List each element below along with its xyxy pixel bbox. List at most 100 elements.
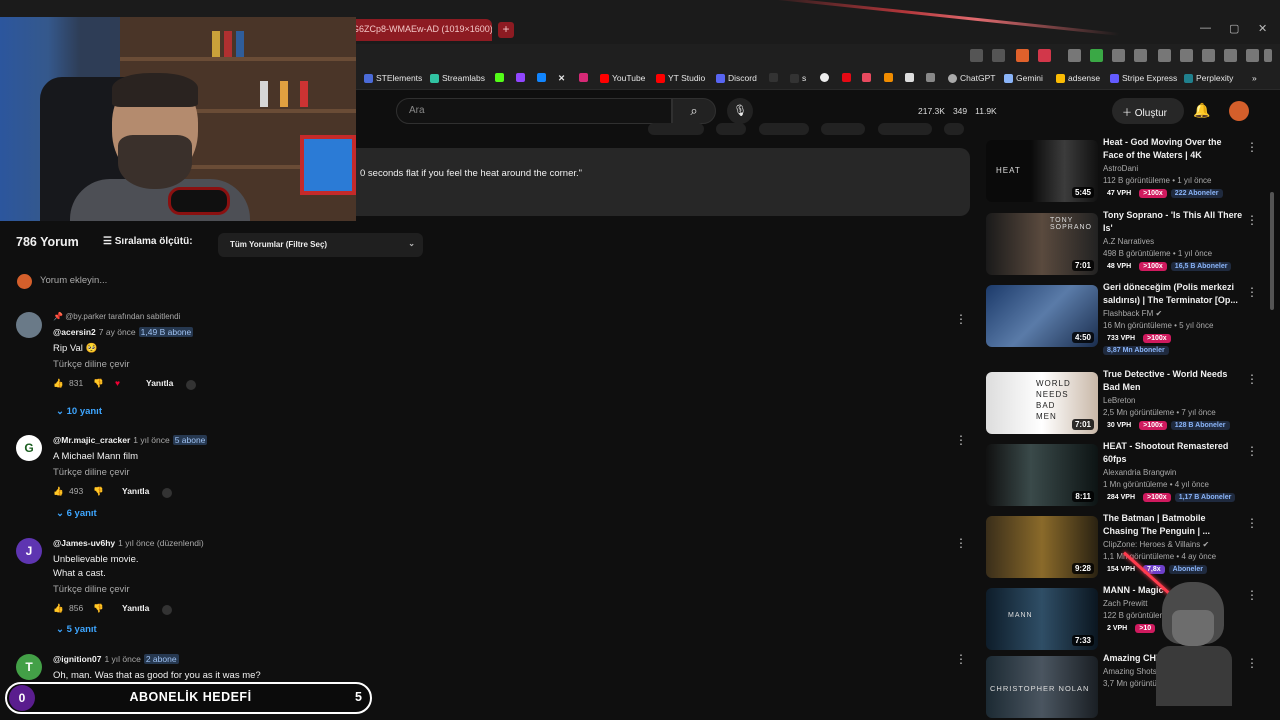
save-button[interactable] — [821, 123, 866, 135]
sort-button[interactable]: ☰ Sıralama ölçütü: — [103, 236, 193, 247]
recommended-video[interactable]: HEAT 5:45 Heat - God Moving Over the Fac… — [986, 137, 1258, 204]
clip-button[interactable] — [877, 123, 932, 135]
bookmarks-overflow-icon[interactable]: » — [1252, 73, 1257, 83]
thumbs-down-icon[interactable]: 👎 — [93, 378, 104, 389]
video-title[interactable]: The Batman | Batmobile Chasing The Pengu… — [1103, 512, 1243, 538]
brave-icon[interactable] — [1016, 49, 1029, 62]
channel-name[interactable]: Alexandria Brangwin — [1103, 468, 1243, 477]
ai-reply-icon[interactable] — [162, 605, 172, 615]
avatar[interactable] — [1229, 101, 1249, 121]
bookmark-streamlabs[interactable]: Streamlabs — [430, 73, 485, 83]
comment-time[interactable]: 7 ay önce — [99, 327, 136, 337]
extension-icon[interactable] — [1112, 49, 1125, 62]
comment-author[interactable]: @acersin2 — [53, 327, 96, 337]
avatar[interactable] — [16, 312, 42, 338]
bookmark-netflix[interactable] — [842, 73, 851, 82]
wallet-icon[interactable] — [1202, 49, 1215, 62]
video-title[interactable]: Geri döneceğim (Polis merkezi saldırısı)… — [1103, 281, 1243, 307]
maximize-icon[interactable]: ▢ — [1229, 22, 1239, 35]
avatar[interactable]: T — [16, 654, 42, 680]
search-input[interactable]: Ara — [396, 98, 672, 124]
share-button[interactable] — [716, 123, 747, 135]
recommended-video[interactable]: WORLD NEEDS BAD MEN 7:01 True Detective … — [986, 369, 1258, 436]
ai-reply-icon[interactable] — [186, 380, 196, 390]
menu-icon[interactable] — [1264, 49, 1272, 62]
create-button[interactable]: ＋ Oluştur — [1112, 98, 1184, 124]
video-thumbnail[interactable]: 4:50 — [986, 285, 1098, 347]
browser-tab[interactable]: G6ZCp8-WMAEw-AD (1019×1600) — [344, 19, 492, 41]
more-options-icon[interactable]: ⋮ — [955, 433, 967, 447]
bookmark-tiktok-s[interactable]: s — [790, 73, 806, 83]
more-options-icon[interactable]: ⋮ — [1246, 372, 1258, 386]
search-button[interactable]: ⌕ — [672, 98, 716, 124]
translate-link[interactable]: Türkçe diline çevir — [53, 467, 933, 478]
install-icon[interactable] — [970, 49, 983, 62]
comment-filter-dropdown[interactable]: Tüm Yorumlar (Filtre Seç) ⌄ — [218, 233, 423, 257]
thumbs-down-icon[interactable]: 👎 — [93, 486, 104, 497]
comment-author[interactable]: @Mr.majic_cracker — [53, 435, 130, 445]
more-button[interactable] — [944, 123, 965, 135]
recommended-video[interactable]: TONY SOPRANO 7:01 Tony Soprano - 'Is Thi… — [986, 210, 1258, 277]
close-icon[interactable]: ✕ — [1258, 22, 1267, 35]
thumbs-up-icon[interactable]: 👍 — [53, 603, 64, 614]
more-options-icon[interactable]: ⋮ — [1246, 656, 1258, 670]
more-options-icon[interactable]: ⋮ — [955, 312, 967, 326]
more-options-icon[interactable]: ⋮ — [1246, 444, 1258, 458]
bookmark-tiktok[interactable] — [769, 73, 778, 82]
view-replies-button[interactable]: ⌄ 6 yanıt — [56, 508, 97, 519]
view-replies-button[interactable]: ⌄ 5 yanıt — [56, 624, 97, 635]
recommended-video[interactable]: 4:50 Geri döneceğim (Polis merkezi saldı… — [986, 282, 1258, 355]
x-icon[interactable]: ✕ — [558, 73, 565, 84]
bookmark-bluesky[interactable] — [537, 73, 546, 82]
more-options-icon[interactable]: ⋮ — [1246, 140, 1258, 154]
reply-button[interactable]: Yanıtla — [122, 603, 149, 613]
video-thumbnail[interactable]: MANN 7:33 — [986, 588, 1098, 650]
bookmark-stelements[interactable]: STElements — [364, 73, 422, 83]
video-description[interactable]: 0 seconds flat if you feel the heat arou… — [356, 148, 970, 216]
video-thumbnail[interactable]: 8:11 — [986, 444, 1098, 506]
channel-name[interactable]: LeBreton — [1103, 396, 1243, 405]
bookmark-site[interactable] — [905, 73, 914, 82]
bookmark-site[interactable] — [820, 73, 829, 82]
channel-name[interactable]: A.Z Narratives — [1103, 237, 1243, 246]
add-comment-input[interactable]: Yorum ekleyin... — [40, 275, 107, 286]
like-button[interactable] — [648, 123, 704, 135]
voice-search-button[interactable]: 🎙 — [727, 98, 753, 124]
rewards-icon[interactable] — [1038, 49, 1051, 62]
shield-icon[interactable] — [1246, 49, 1259, 62]
minimize-icon[interactable]: — — [1200, 22, 1211, 34]
video-title[interactable]: Tony Soprano - 'Is This All There Is' — [1103, 209, 1243, 235]
view-replies-button[interactable]: ⌄ 10 yanıt — [56, 406, 102, 417]
bookmark-kick[interactable] — [495, 73, 504, 82]
video-thumbnail[interactable]: WORLD NEEDS BAD MEN 7:01 — [986, 372, 1098, 434]
comment-time[interactable]: 1 yıl önce — [104, 654, 140, 664]
share-icon[interactable] — [992, 49, 1005, 62]
more-options-icon[interactable]: ⋮ — [955, 536, 967, 550]
video-title[interactable]: True Detective - World Needs Bad Men — [1103, 368, 1243, 394]
extension-icon[interactable] — [1090, 49, 1103, 62]
more-options-icon[interactable]: ⋮ — [1246, 213, 1258, 227]
avatar[interactable]: G — [16, 435, 42, 461]
bookmark-discord[interactable]: Discord — [716, 73, 757, 83]
ai-reply-icon[interactable] — [162, 488, 172, 498]
music-icon[interactable] — [1158, 49, 1171, 62]
video-thumbnail[interactable]: HEAT 5:45 — [986, 140, 1098, 202]
channel-name[interactable]: AstroDani — [1103, 164, 1243, 173]
bookmark-youtube[interactable]: YouTube — [600, 73, 645, 83]
video-thumbnail[interactable]: CHRISTOPHER NOLAN — [986, 656, 1098, 718]
comment-time[interactable]: 1 yıl önce — [133, 435, 169, 445]
channel-name[interactable]: Flashback FM ✔ — [1103, 309, 1243, 318]
channel-name[interactable]: ClipZone: Heroes & Villains ✔ — [1103, 540, 1243, 549]
video-thumbnail[interactable]: 9:28 — [986, 516, 1098, 578]
avatar[interactable]: J — [16, 538, 42, 564]
bookmark-perplexity[interactable]: Perplexity — [1184, 73, 1233, 83]
video-title[interactable]: Heat - God Moving Over the Face of the W… — [1103, 136, 1243, 162]
bookmark-instagram[interactable] — [579, 73, 588, 82]
extension-icon[interactable] — [1134, 49, 1147, 62]
translate-link[interactable]: Türkçe diline çevir — [53, 359, 933, 370]
reply-button[interactable]: Yanıtla — [122, 486, 149, 496]
more-options-icon[interactable]: ⋮ — [1246, 285, 1258, 299]
bookmark-adsense[interactable]: adsense — [1056, 73, 1100, 83]
sidebar-icon[interactable] — [1180, 49, 1193, 62]
extension-icon[interactable] — [1068, 49, 1081, 62]
